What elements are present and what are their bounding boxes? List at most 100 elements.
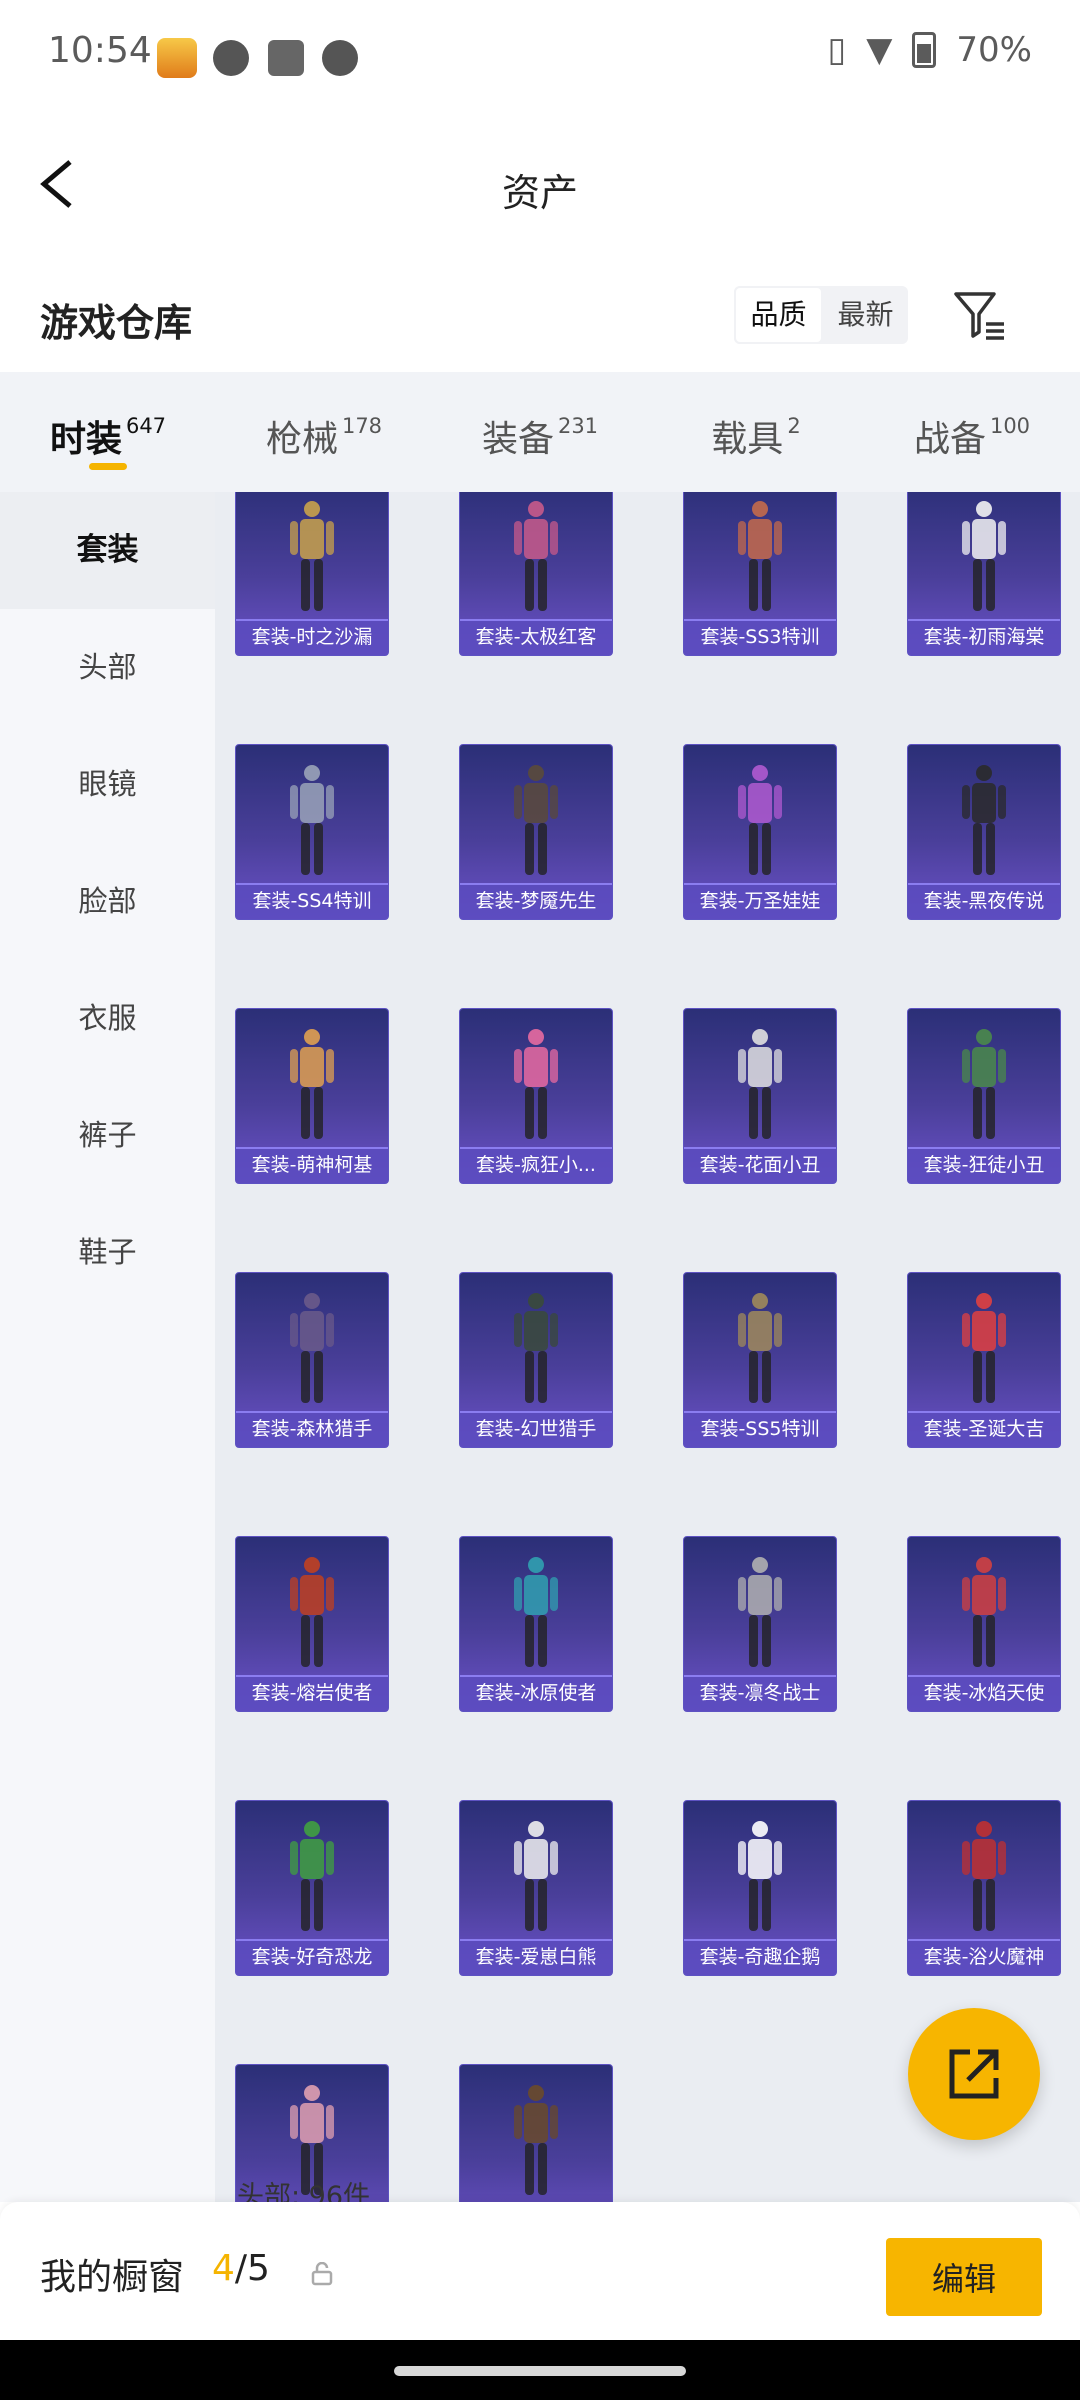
- tab-firearms[interactable]: 枪械 178: [216, 372, 432, 492]
- sidebar-item-shoes[interactable]: 鞋子: [0, 1194, 215, 1311]
- item-label: 套装-冰焰天使: [908, 1675, 1060, 1711]
- outfit-figure-icon: [514, 1557, 558, 1667]
- item-label: 套装-幻世猎手: [460, 1411, 612, 1447]
- item-card[interactable]: 套装-冰原使者: [459, 1536, 613, 1712]
- outfit-figure-icon: [290, 1029, 334, 1139]
- sidebar-item-pants[interactable]: 裤子: [0, 1077, 215, 1194]
- item-card[interactable]: 套装-幻世猎手: [459, 1272, 613, 1448]
- item-card[interactable]: 套装-浪漫波比: [459, 2064, 613, 2202]
- item-card[interactable]: 套装-花面小丑: [683, 1008, 837, 1184]
- outfit-figure-icon: [290, 1293, 334, 1403]
- lock-icon: [311, 2262, 333, 2286]
- item-label: 套装-太极红客: [460, 619, 612, 655]
- sidebar-item-glasses[interactable]: 眼镜: [0, 726, 215, 843]
- motorola-icon: [322, 40, 358, 76]
- outfit-figure-icon: [962, 1821, 1006, 1931]
- item-card[interactable]: 套装-浴火魔神: [907, 1800, 1061, 1976]
- item-label: 套装-圣诞大吉: [908, 1411, 1060, 1447]
- tab-label: 装备: [481, 419, 554, 460]
- item-card[interactable]: 套装-圣诞大吉: [907, 1272, 1061, 1448]
- item-card[interactable]: 套装-万圣娃娃: [683, 744, 837, 920]
- tab-count: 100: [989, 414, 1031, 438]
- item-card[interactable]: 套装-森林猎手: [235, 1272, 389, 1448]
- outfit-figure-icon: [738, 1293, 782, 1403]
- sort-quality[interactable]: 品质: [734, 286, 823, 344]
- item-card[interactable]: 套装-爱崽白熊: [459, 1800, 613, 1976]
- item-card[interactable]: 套装-熔岩使者: [235, 1536, 389, 1712]
- sort-newest[interactable]: 最新: [823, 286, 908, 344]
- item-label: 套装-萌神柯基: [236, 1147, 388, 1183]
- item-grid: 套装-时之沙漏 套装-太极红客 套装-SS3特训 套装-初雨海棠 套装-SS4特训 套装-…: [235, 492, 1061, 2202]
- sidebar-item-set[interactable]: 套装: [0, 492, 215, 609]
- app-header: 资产: [0, 110, 1080, 260]
- status-time: 10:54: [48, 30, 152, 71]
- outfit-figure-icon: [962, 1293, 1006, 1403]
- item-label: 套装-万圣娃娃: [684, 883, 836, 919]
- showcase-title: 我的橱窗: [40, 2257, 185, 2298]
- outfit-figure-icon: [738, 1029, 782, 1139]
- item-label: 套装-花面小丑: [684, 1147, 836, 1183]
- sidebar-item-face[interactable]: 脸部: [0, 843, 215, 960]
- showcase-total: /5: [234, 2248, 270, 2289]
- item-card[interactable]: 套装-黑夜传说: [907, 744, 1061, 920]
- tab-count: 647: [125, 414, 167, 438]
- item-card[interactable]: 套装-凛冬战士: [683, 1536, 837, 1712]
- outfit-figure-icon: [962, 1557, 1006, 1667]
- share-button[interactable]: [908, 2008, 1040, 2140]
- category-tabs: 时装 647 枪械 178 装备 231 载具 2 战备 100: [0, 372, 1080, 492]
- item-label: 套装-冰原使者: [460, 1675, 612, 1711]
- showcase-bar: 我的橱窗 4/5 编辑: [0, 2202, 1080, 2340]
- item-label: 套装-梦魇先生: [460, 883, 612, 919]
- outfit-figure-icon: [514, 1821, 558, 1931]
- item-card[interactable]: 套装-疯狂小...: [459, 1008, 613, 1184]
- item-label: 套装-SS3特训: [684, 619, 836, 655]
- tab-count: 231: [557, 414, 599, 438]
- item-label: 套装-好奇恐龙: [236, 1939, 388, 1975]
- tab-count: 2: [787, 414, 801, 438]
- sidebar-item-head[interactable]: 头部: [0, 609, 215, 726]
- item-label: 套装-熔岩使者: [236, 1675, 388, 1711]
- filter-icon[interactable]: [950, 286, 1008, 344]
- battery-text: 70%: [956, 30, 1032, 70]
- tab-active-indicator: [89, 463, 127, 470]
- item-card[interactable]: 套装-奇趣企鹅: [683, 1800, 837, 1976]
- tab-supplies[interactable]: 战备 100: [864, 372, 1080, 492]
- item-card[interactable]: 套装-SS3特训: [683, 492, 837, 656]
- item-card[interactable]: 套装-冰焰天使: [907, 1536, 1061, 1712]
- item-card[interactable]: 套装-好奇恐龙: [235, 1800, 389, 1976]
- showcase-count: 4/5: [212, 2248, 270, 2289]
- outfit-figure-icon: [738, 1821, 782, 1931]
- item-card[interactable]: 套装-梦魇先生: [459, 744, 613, 920]
- calendar-icon: [213, 40, 249, 76]
- shield-icon: [268, 40, 304, 76]
- tab-equipment[interactable]: 装备 231: [432, 372, 648, 492]
- sort-toggle: 品质 最新: [734, 286, 908, 344]
- item-label: 套装-黑夜传说: [908, 883, 1060, 919]
- outfit-figure-icon: [514, 501, 558, 611]
- outfit-figure-icon: [514, 2085, 558, 2195]
- sidebar-item-clothes[interactable]: 衣服: [0, 960, 215, 1077]
- home-gesture-handle[interactable]: [394, 2366, 686, 2376]
- item-card[interactable]: 套装-时之沙漏: [235, 492, 389, 656]
- item-card[interactable]: 套装-狂徒小丑: [907, 1008, 1061, 1184]
- item-grid-area[interactable]: 套装-时之沙漏 套装-太极红客 套装-SS3特训 套装-初雨海棠 套装-SS4特训 套装-…: [215, 492, 1080, 2202]
- category-count: 头部: 96件: [237, 2181, 371, 2202]
- outfit-figure-icon: [514, 1029, 558, 1139]
- item-card[interactable]: 套装-萌神柯基: [235, 1008, 389, 1184]
- item-card[interactable]: 套装-SS4特训: [235, 744, 389, 920]
- item-label: 套装-初雨海棠: [908, 619, 1060, 655]
- tab-count: 178: [341, 414, 383, 438]
- item-card[interactable]: 套装-太极红客: [459, 492, 613, 656]
- outfit-figure-icon: [738, 765, 782, 875]
- tab-vehicles[interactable]: 载具 2: [648, 372, 864, 492]
- tab-fashion[interactable]: 时装 647: [0, 372, 216, 492]
- item-card[interactable]: 套装-SS5特训: [683, 1272, 837, 1448]
- sidebar: 套装 头部 眼镜 脸部 衣服 裤子 鞋子: [0, 492, 215, 2202]
- outfit-figure-icon: [962, 501, 1006, 611]
- item-label: 套装-SS5特训: [684, 1411, 836, 1447]
- showcase-current: 4: [212, 2248, 235, 2289]
- item-card[interactable]: 套装-初雨海棠: [907, 492, 1061, 656]
- wifi-icon: ▼: [866, 30, 893, 70]
- edit-button[interactable]: 编辑: [886, 2238, 1042, 2316]
- game-app-icon: [157, 38, 197, 78]
